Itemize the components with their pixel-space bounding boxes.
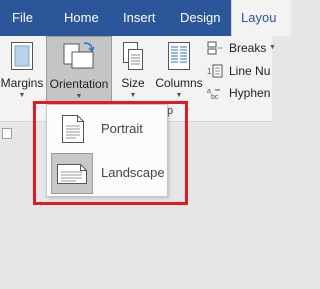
ruler-tab-selector[interactable] [2, 128, 12, 139]
svg-text:1: 1 [207, 67, 212, 76]
columns-icon [167, 41, 191, 76]
margins-label: Margins [0, 76, 44, 90]
line-numbers-button[interactable]: 1 Line Nu [207, 61, 272, 81]
margins-icon [10, 41, 34, 76]
line-numbers-icon: 1 [207, 64, 223, 84]
chevron-down-icon: ▼ [269, 44, 276, 51]
portrait-page-icon [61, 114, 85, 149]
hyphenation-label: Hyphen [229, 86, 271, 100]
orientation-dropdown: Portrait Landscape [46, 104, 168, 197]
landscape-option[interactable]: Landscape [51, 153, 165, 194]
orientation-icon [62, 39, 96, 78]
tab-file[interactable]: File [12, 0, 33, 36]
chevron-down-icon: ▼ [129, 92, 137, 99]
landscape-label: Landscape [101, 165, 165, 180]
breaks-button[interactable]: Breaks ▼ [207, 38, 276, 61]
columns-label: Columns [155, 76, 203, 90]
size-button[interactable]: Size ▼ [116, 36, 150, 102]
portrait-option[interactable]: Portrait [51, 109, 163, 150]
hyphenation-button[interactable]: a bc Hyphen [207, 83, 272, 103]
breaks-label: Breaks [229, 41, 267, 55]
svg-text:bc: bc [211, 94, 219, 100]
orientation-label: Orientation [49, 77, 109, 91]
tab-design[interactable]: Design [180, 0, 220, 36]
margins-button[interactable]: Margins ▼ [0, 36, 44, 102]
breaks-icon [207, 41, 223, 61]
tab-home[interactable]: Home [64, 0, 99, 36]
tab-insert[interactable]: Insert [123, 0, 156, 36]
tab-layout[interactable]: Layou [231, 0, 291, 36]
landscape-page-icon [56, 163, 88, 190]
line-numbers-label: Line Nu [229, 64, 271, 78]
ribbon-page-setup: Margins ▼ Orientation ▼ Size ▼ Columns ▼… [0, 36, 276, 103]
size-label: Size [121, 76, 145, 90]
orientation-button[interactable]: Orientation ▼ [46, 36, 112, 102]
chevron-down-icon: ▼ [75, 93, 83, 100]
columns-button[interactable]: Columns ▼ [152, 36, 206, 102]
portrait-label: Portrait [101, 121, 143, 136]
chevron-down-icon: ▼ [18, 92, 26, 99]
ribbon-tab-bar: File Home Insert Design Layou [0, 0, 291, 36]
chevron-down-icon: ▼ [175, 92, 183, 99]
size-icon [122, 41, 144, 76]
